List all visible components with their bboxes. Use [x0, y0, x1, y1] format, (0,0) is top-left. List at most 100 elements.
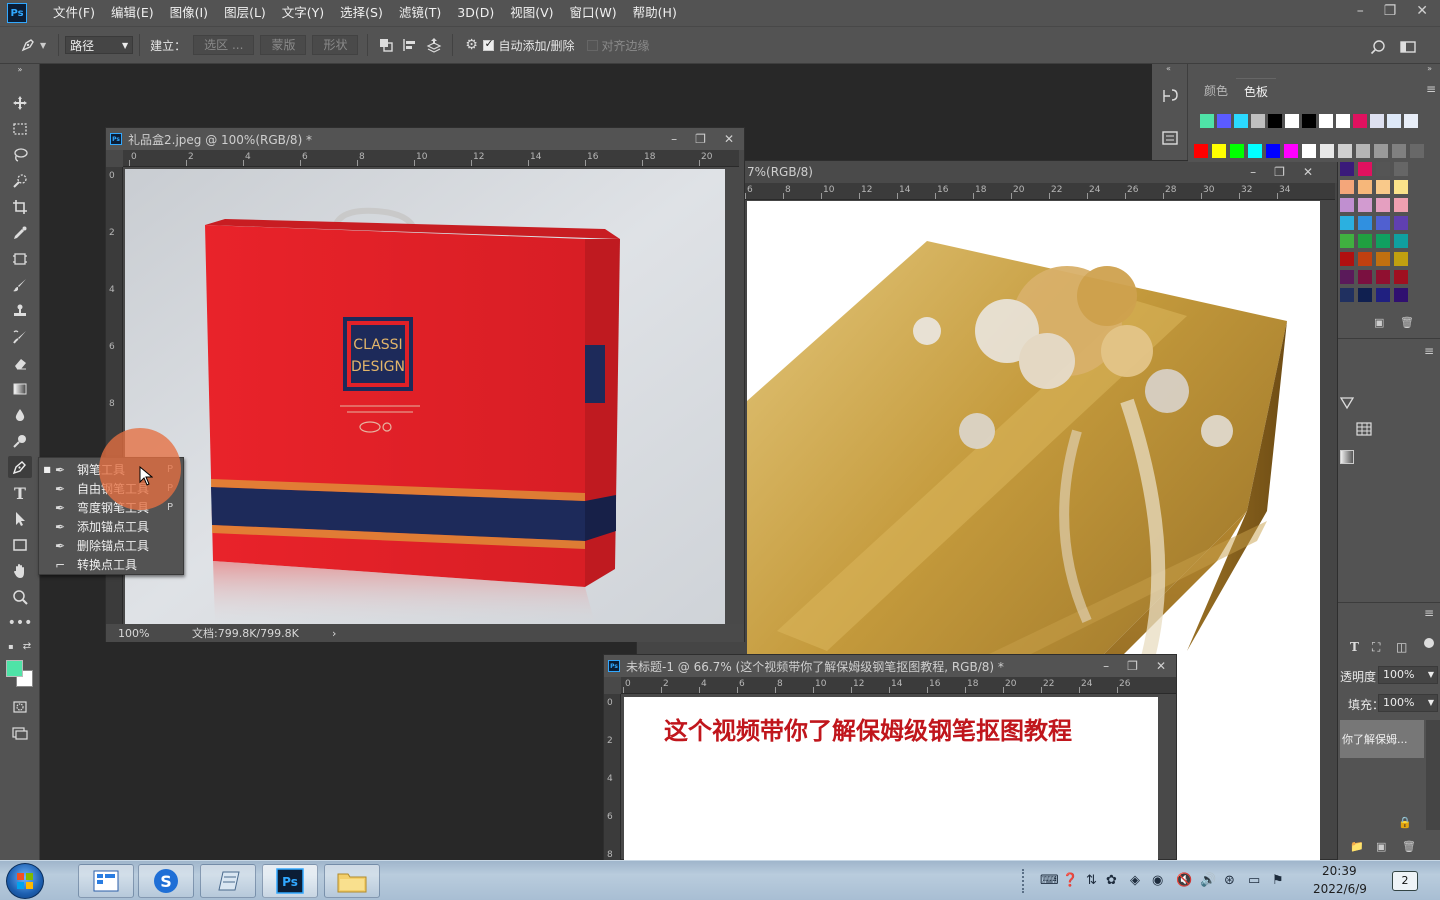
- display-icon[interactable]: ▭: [1248, 873, 1260, 888]
- canvas-untitled[interactable]: 这个视频带你了解保姆级钢笔抠图教程: [624, 697, 1158, 861]
- color-swatch[interactable]: [1358, 288, 1372, 302]
- document-title-bar[interactable]: Ps 礼品盒2.jpeg @ 100%(RGB/8) * – ❐ ✕: [106, 128, 744, 150]
- color-swatch[interactable]: [1394, 180, 1408, 194]
- fill-input[interactable]: 100% ▼: [1378, 694, 1438, 712]
- color-swatch[interactable]: [1374, 144, 1388, 158]
- color-swatch[interactable]: [1353, 114, 1367, 128]
- menu-file[interactable]: 文件(F): [45, 0, 103, 26]
- new-layer-icon[interactable]: ▣: [1376, 840, 1386, 853]
- history-panel-icon[interactable]: [1160, 86, 1180, 106]
- table-grid-icon[interactable]: [1356, 422, 1372, 439]
- color-swatch[interactable]: [1376, 198, 1390, 212]
- color-swatch[interactable]: [1394, 252, 1408, 266]
- eyedropper-tool-icon[interactable]: [8, 222, 32, 244]
- flyout-item-convert-point-tool[interactable]: ⌐ 转换点工具: [39, 555, 183, 574]
- blur-tool-icon[interactable]: [8, 404, 32, 426]
- menu-type[interactable]: 文字(Y): [274, 0, 332, 26]
- menu-3d[interactable]: 3D(D): [449, 0, 502, 26]
- layers-scrollbar[interactable]: [1426, 720, 1440, 830]
- flyout-item-delete-anchor-tool[interactable]: ✒ 删除锚点工具: [39, 536, 183, 555]
- color-swatch[interactable]: [1340, 198, 1354, 212]
- menu-filter[interactable]: 滤镜(T): [391, 0, 449, 26]
- color-swatch[interactable]: [1394, 198, 1408, 212]
- restore-icon[interactable]: ❐: [1274, 161, 1285, 183]
- minimize-icon[interactable]: –: [1357, 0, 1364, 22]
- menu-image[interactable]: 图像(I): [162, 0, 216, 26]
- color-swatch[interactable]: [1266, 144, 1280, 158]
- start-button[interactable]: [6, 863, 44, 899]
- color-swatch[interactable]: [1320, 144, 1334, 158]
- qq-icon[interactable]: ◉: [1152, 873, 1163, 888]
- color-swatch[interactable]: [1340, 162, 1354, 176]
- workspace-icon[interactable]: [1396, 35, 1420, 59]
- collapse-panel-icon[interactable]: »: [1427, 64, 1432, 73]
- collapse-panel-icon[interactable]: »: [8, 64, 32, 74]
- color-swatch[interactable]: [1394, 234, 1408, 248]
- menu-select[interactable]: 选择(S): [332, 0, 391, 26]
- color-swatch[interactable]: [1404, 114, 1418, 128]
- network-adapter-icon[interactable]: ⇅: [1086, 873, 1097, 888]
- taskbar-app-sogou[interactable]: S: [138, 864, 194, 898]
- app-tray-icon[interactable]: ✿: [1106, 873, 1117, 888]
- pen-tool-icon[interactable]: [8, 456, 32, 478]
- document-title-bar[interactable]: Ps 未标题-1 @ 66.7% (这个视频带你了解保姆级钢笔抠图教程, RGB…: [604, 655, 1176, 677]
- color-swatch[interactable]: [1394, 270, 1408, 284]
- new-group-icon[interactable]: 📁: [1350, 840, 1364, 853]
- color-swatch[interactable]: [1200, 114, 1214, 128]
- color-swatch[interactable]: [1340, 234, 1354, 248]
- taskbar-app-board[interactable]: [78, 864, 134, 898]
- color-swatch[interactable]: [1370, 114, 1384, 128]
- color-swatch[interactable]: [1340, 216, 1354, 230]
- color-swatch[interactable]: [1387, 114, 1401, 128]
- color-swatch[interactable]: [1358, 216, 1372, 230]
- layer-row-selected[interactable]: 你了解保姆...: [1340, 720, 1424, 758]
- make-mask-button[interactable]: 蒙版: [260, 35, 307, 55]
- hand-tool-icon[interactable]: [8, 560, 32, 582]
- screen-mode-icon[interactable]: [8, 722, 32, 744]
- flyout-item-add-anchor-tool[interactable]: ✒ 添加锚点工具: [39, 517, 183, 536]
- tab-color[interactable]: 颜色: [1196, 78, 1236, 103]
- foreground-color-swatch[interactable]: [6, 660, 23, 677]
- notification-badge[interactable]: 2: [1392, 871, 1418, 891]
- color-swatch[interactable]: [1251, 114, 1265, 128]
- more-tools-icon[interactable]: •••: [8, 612, 33, 634]
- safety-icon[interactable]: ⊛: [1224, 873, 1235, 888]
- close-icon[interactable]: ✕: [724, 128, 734, 150]
- restore-icon[interactable]: ❐: [1127, 655, 1138, 677]
- color-swatch[interactable]: [1302, 114, 1316, 128]
- panel-menu-icon[interactable]: ≡: [1424, 606, 1434, 620]
- color-swatch[interactable]: [1376, 234, 1390, 248]
- color-swatch[interactable]: [1410, 144, 1424, 158]
- color-swatch[interactable]: [1394, 162, 1408, 176]
- smart-object-filter-icon[interactable]: ◫: [1396, 640, 1407, 654]
- frame-tool-icon[interactable]: [8, 248, 32, 270]
- color-swatch[interactable]: [1319, 114, 1333, 128]
- color-swatch[interactable]: [1376, 216, 1390, 230]
- crop-tool-icon[interactable]: [8, 196, 32, 218]
- color-swatch[interactable]: [1212, 144, 1226, 158]
- color-swatch[interactable]: [1358, 198, 1372, 212]
- color-swatch[interactable]: [1358, 162, 1372, 176]
- quick-mask-icon[interactable]: [8, 696, 32, 718]
- color-swatch[interactable]: [1268, 114, 1282, 128]
- volume-icon[interactable]: 🔊: [1200, 873, 1216, 888]
- lasso-tool-icon[interactable]: [8, 144, 32, 166]
- color-swatch[interactable]: [1358, 234, 1372, 248]
- keyboard-icon[interactable]: ⌨: [1040, 873, 1059, 888]
- zoom-level[interactable]: 100%: [118, 627, 180, 640]
- panel-menu-icon[interactable]: ≡: [1424, 344, 1434, 358]
- clock-date[interactable]: 2022/6/9: [1313, 882, 1367, 896]
- gradient-adjustment-icon[interactable]: [1340, 450, 1354, 464]
- pen-tool-preset-icon[interactable]: [16, 33, 40, 57]
- chevron-down-icon[interactable]: ▼: [40, 41, 46, 50]
- color-swatch[interactable]: [1340, 252, 1354, 266]
- gear-icon[interactable]: ⚙: [459, 33, 483, 57]
- flyout-item-pen-tool[interactable]: ■ ✒ 钢笔工具 P: [39, 460, 183, 479]
- minimize-icon[interactable]: –: [1103, 655, 1109, 677]
- properties-panel-icon[interactable]: [1160, 128, 1180, 148]
- color-swatch[interactable]: [1230, 144, 1244, 158]
- rectangle-tool-icon[interactable]: [8, 534, 32, 556]
- color-swatch[interactable]: [1336, 114, 1350, 128]
- color-swatch[interactable]: [1376, 162, 1390, 176]
- flyout-item-freeform-pen-tool[interactable]: ✒ 自由钢笔工具 P: [39, 479, 183, 498]
